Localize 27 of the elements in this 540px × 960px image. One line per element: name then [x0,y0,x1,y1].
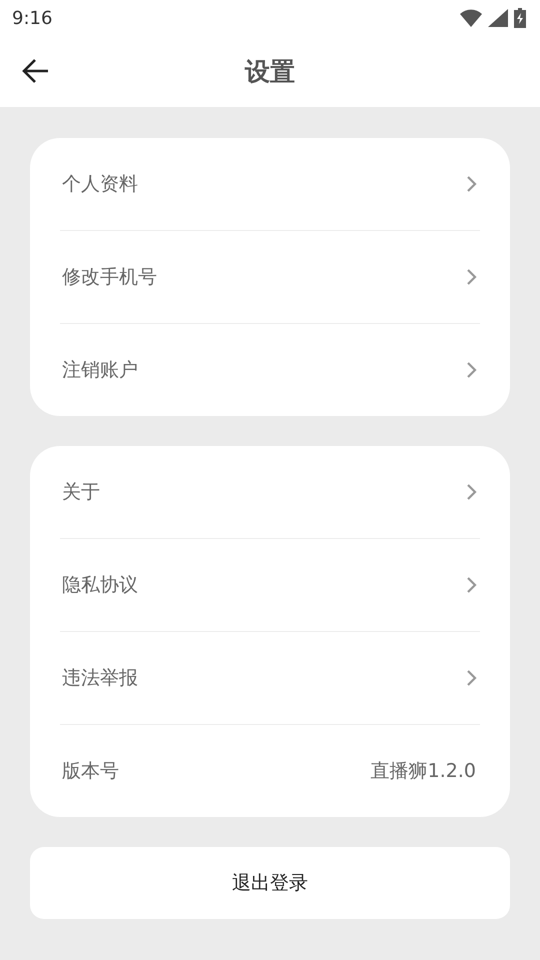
wifi-icon [460,9,482,27]
back-icon[interactable] [22,58,50,84]
settings-row[interactable]: 隐私协议 [60,539,480,632]
page-title: 设置 [245,56,295,88]
row-label: 违法举报 [62,666,138,691]
row-label: 个人资料 [62,172,138,197]
settings-row[interactable]: 关于 [60,446,480,539]
settings-row[interactable]: 修改手机号 [60,231,480,324]
status-time: 9:16 [12,8,52,28]
chevron-icon [466,175,478,193]
settings-row[interactable]: 注销账户 [60,324,480,416]
battery-icon [514,8,526,28]
chevron-icon [466,268,478,286]
chevron-icon [466,576,478,594]
row-label: 关于 [62,480,100,505]
signal-icon [488,9,508,27]
row-label: 注销账户 [62,358,138,383]
settings-row[interactable]: 个人资料 [60,138,480,231]
logout-button[interactable]: 退出登录 [30,847,510,919]
chevron-icon [466,483,478,501]
chevron-icon [466,669,478,687]
row-label: 隐私协议 [62,573,138,598]
row-label: 版本号 [62,759,119,784]
row-label: 修改手机号 [62,265,157,290]
settings-row[interactable]: 违法举报 [60,632,480,725]
chevron-icon [466,361,478,379]
version-value: 直播狮1.2.0 [370,759,476,784]
